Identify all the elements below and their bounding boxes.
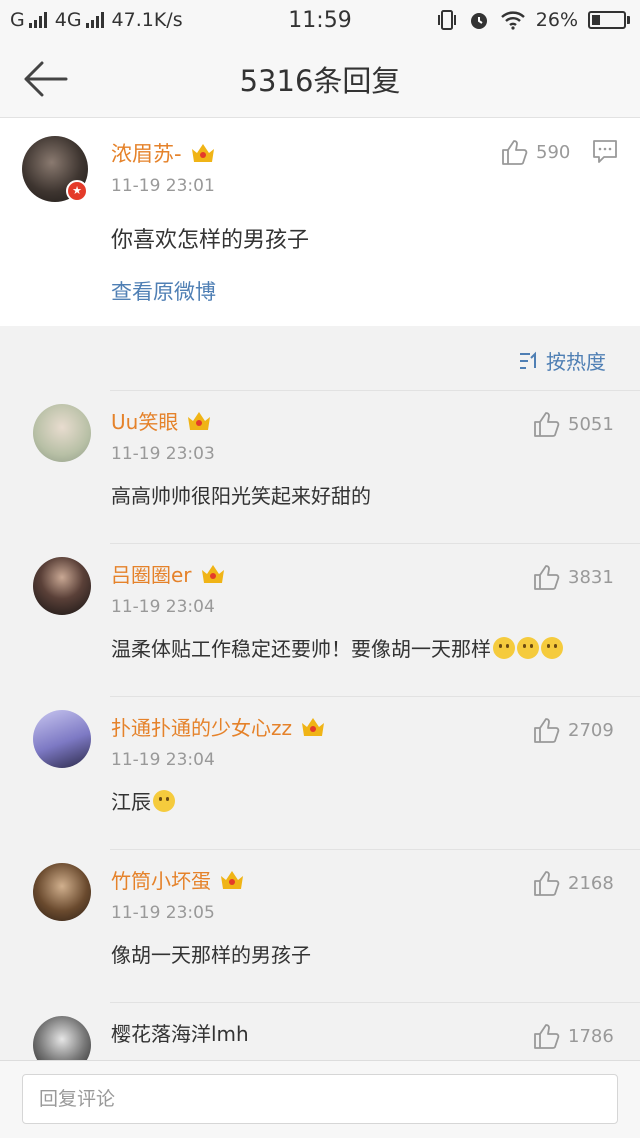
doge-emoji-icon — [541, 637, 563, 659]
divider — [110, 696, 640, 697]
sort-label: 按热度 — [546, 350, 606, 374]
smile-emoji-icon — [153, 790, 175, 812]
reply-time: 11-19 23:04 — [111, 750, 215, 770]
like-button[interactable]: 2709 — [532, 716, 614, 744]
username-label: 扑通扑通的少女心zz — [111, 716, 292, 740]
reply-username[interactable]: 吕圈圈er — [111, 559, 226, 588]
crown-icon — [188, 411, 211, 430]
crown-icon — [221, 870, 243, 889]
list-item: 吕圈圈er 11-19 23:04 温柔体贴工作稳定还要帅！要像胡一天那样 38… — [0, 543, 640, 696]
list-item: 竹筒小坏蛋 11-19 23:05 像胡一天那样的男孩子 2168 — [0, 849, 640, 1002]
like-count: 590 — [536, 141, 571, 163]
status-bar: G 4G 47.1K/s 11:59 26% — [0, 0, 640, 40]
thumbs-up-icon — [534, 871, 560, 896]
username-label: Uu笑眼 — [111, 410, 179, 434]
like-button[interactable]: 1786 — [532, 1022, 614, 1050]
comment-content: 你喜欢怎样的男孩子 — [111, 228, 310, 253]
thumbs-up-icon — [534, 1024, 560, 1049]
like-count: 5051 — [568, 413, 614, 435]
list-item: 扑通扑通的少女心zz 11-19 23:04 江辰 2709 — [0, 696, 640, 849]
doge-emoji-icon — [517, 637, 539, 659]
like-count: 1786 — [568, 1025, 614, 1047]
network-label: 4G — [54, 9, 82, 31]
username-label: 吕圈圈er — [111, 563, 192, 587]
username-label: 竹筒小坏蛋 — [111, 869, 211, 893]
comment-username[interactable]: 浓眉苏- — [111, 138, 216, 168]
reply-username[interactable]: 扑通扑通的少女心zz — [111, 712, 326, 741]
username-label: 浓眉苏- — [111, 142, 182, 166]
divider — [110, 390, 640, 391]
divider — [110, 1002, 640, 1003]
verified-badge-icon: ★ — [66, 180, 88, 202]
reply-time: 11-19 23:05 — [111, 903, 215, 923]
reply-time: 11-19 23:04 — [111, 597, 215, 617]
avatar[interactable] — [33, 557, 91, 615]
reply-content: 温柔体贴工作稳定还要帅！要像胡一天那样 — [111, 633, 563, 662]
battery-percent: 26% — [535, 9, 578, 31]
list-item: 樱花落海洋lmh 1786 — [0, 1002, 640, 1060]
like-count: 2709 — [568, 719, 614, 741]
vibrate-icon — [437, 10, 456, 30]
like-button[interactable]: 3831 — [532, 563, 614, 591]
avatar[interactable] — [33, 1016, 91, 1060]
comment-time: 11-19 23:01 — [111, 176, 215, 196]
reply-content: 像胡一天那样的男孩子 — [111, 943, 311, 967]
reply-input[interactable] — [22, 1074, 618, 1124]
crown-icon — [201, 564, 224, 583]
avatar[interactable] — [33, 863, 91, 921]
reply-text: 温柔体贴工作稳定还要帅！要像胡一天那样 — [111, 637, 491, 661]
network-speed: 47.1K/s — [111, 9, 183, 31]
battery-icon — [588, 11, 630, 29]
divider — [110, 543, 640, 544]
like-button[interactable]: 590 — [500, 138, 570, 166]
sort-toggle[interactable]: 按热度 — [518, 346, 606, 375]
thumbs-up-icon — [534, 718, 560, 743]
reply-list: Uu笑眼 11-19 23:03 高高帅帅很阳光笑起来好甜的 5051 吕圈圈e… — [0, 390, 640, 1060]
carrier-label: G — [10, 9, 25, 31]
avatar[interactable] — [33, 404, 91, 462]
list-item: Uu笑眼 11-19 23:03 高高帅帅很阳光笑起来好甜的 5051 — [0, 390, 640, 543]
avatar[interactable] — [33, 710, 91, 768]
back-arrow-icon[interactable] — [22, 56, 72, 102]
reply-content: 江辰 — [111, 786, 175, 815]
wifi-icon — [500, 11, 525, 30]
like-button[interactable]: 2168 — [532, 869, 614, 897]
crown-icon — [302, 717, 324, 736]
like-count: 3831 — [568, 566, 614, 588]
alarm-icon — [470, 13, 487, 29]
doge-emoji-icon — [493, 637, 515, 659]
thumbs-up-icon — [534, 412, 560, 437]
signal-icon — [28, 12, 47, 28]
reply-time: 11-19 23:03 — [111, 444, 215, 464]
original-comment: ★ 浓眉苏- 11-19 23:01 你喜欢怎样的男孩子 查看原微博 590 — [0, 118, 640, 326]
view-original-link[interactable]: 查看原微博 — [111, 276, 216, 306]
page-title: 5316条回复 — [239, 63, 401, 98]
like-button[interactable]: 5051 — [532, 410, 614, 438]
comment-icon[interactable] — [592, 138, 618, 164]
like-count: 2168 — [568, 872, 614, 894]
reply-username[interactable]: Uu笑眼 — [111, 406, 212, 435]
thumbs-up-icon — [502, 140, 528, 165]
signal-icon — [85, 12, 104, 28]
reply-username[interactable]: 竹筒小坏蛋 — [111, 865, 245, 894]
divider — [110, 849, 640, 850]
thumbs-up-icon — [534, 565, 560, 590]
reply-username[interactable]: 樱花落海洋lmh — [111, 1018, 249, 1047]
reply-bar — [0, 1060, 640, 1138]
nav-bar: 5316条回复 — [0, 40, 640, 118]
crown-icon — [191, 144, 214, 162]
reply-text: 江辰 — [111, 790, 151, 814]
username-label: 樱花落海洋lmh — [111, 1022, 249, 1046]
sort-icon — [520, 351, 536, 369]
reply-content: 高高帅帅很阳光笑起来好甜的 — [111, 484, 371, 508]
